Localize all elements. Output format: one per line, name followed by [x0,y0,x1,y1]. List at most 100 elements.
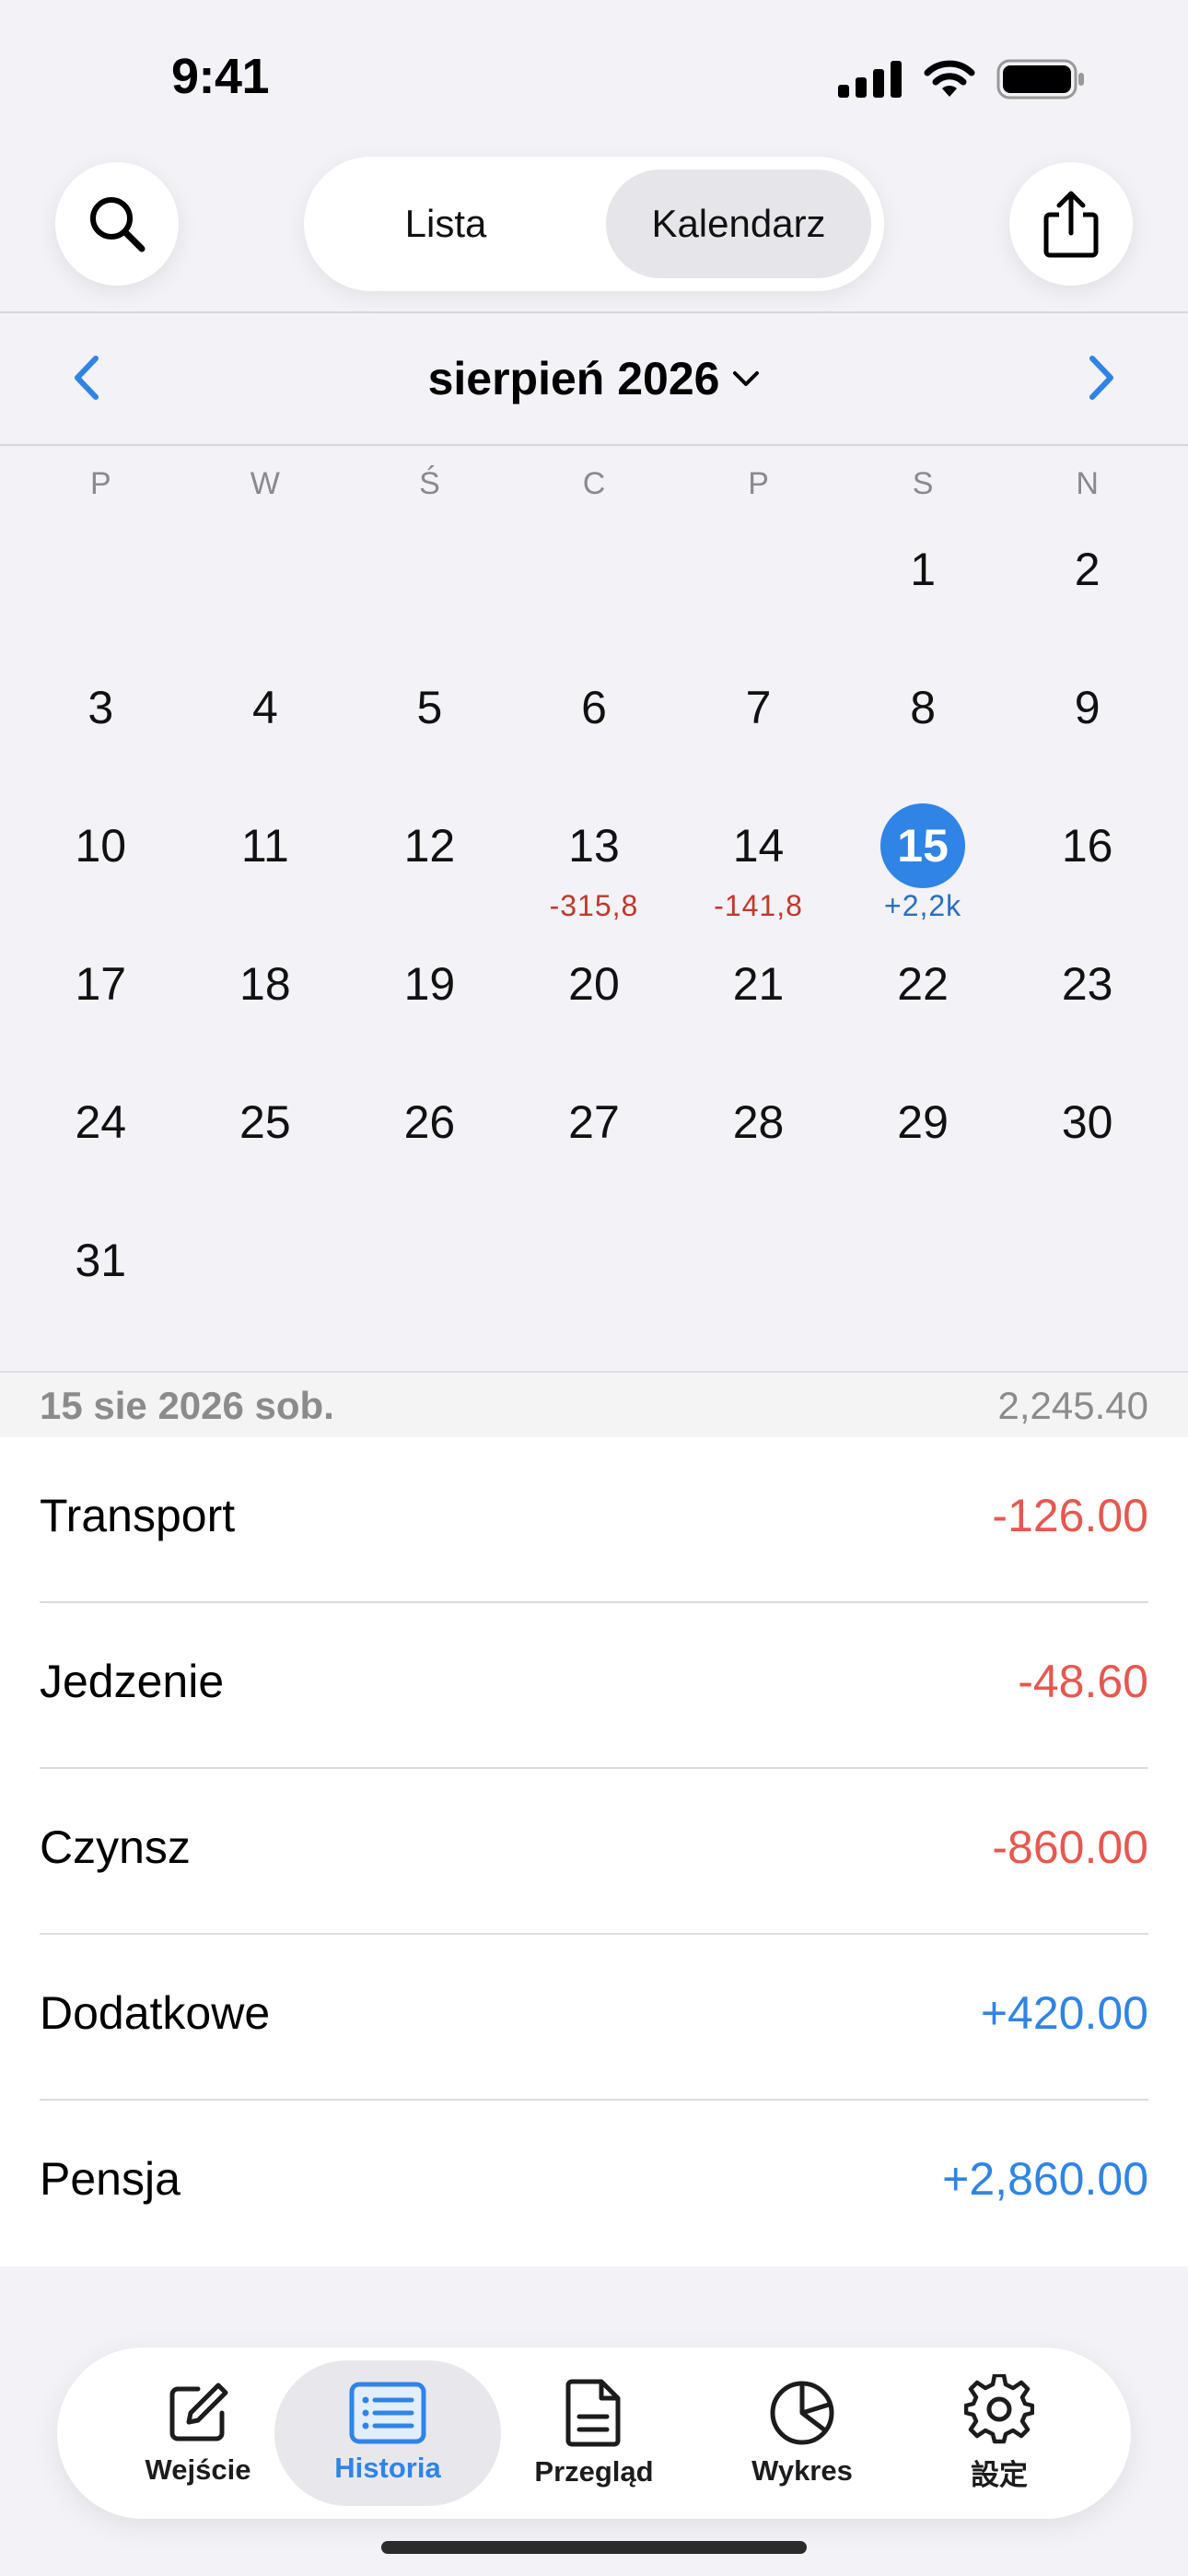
segment-lista[interactable]: Lista [317,170,575,278]
weekday-label: Ś [419,466,440,501]
next-month-button[interactable] [1074,350,1129,405]
calendar-day-number: 22 [897,958,949,1010]
calendar-day[interactable]: 7 [676,654,841,792]
calendar-empty-cell [18,516,183,654]
calendar-day-number: 20 [568,958,620,1010]
calendar-day[interactable]: 8 [841,654,1006,792]
calendar-day[interactable]: 20 [512,931,677,1069]
tab-przeglad[interactable]: Przegląd [481,2360,707,2506]
calendar-day[interactable]: 27 [512,1069,677,1207]
calendar-day[interactable]: 14 -141,8 [676,792,841,931]
calendar-day[interactable]: 16 [1005,792,1170,931]
calendar-day[interactable]: 29 [841,1069,1006,1207]
calendar-day-number: 2 [1074,544,1101,595]
tab-historia[interactable]: Historia [274,2360,501,2506]
calendar-day-number: 15 [880,803,966,888]
weekday-label: W [250,466,280,501]
battery-icon [996,59,1084,100]
calendar-day-number: 19 [403,958,456,1010]
transaction-amount: -126.00 [992,1490,1148,1541]
weekday-label: N [1076,466,1099,501]
calendar-day[interactable]: 2 [1005,516,1170,654]
transaction-row[interactable]: Jedzenie -48.60 [40,1603,1148,1769]
share-button[interactable] [1009,162,1133,286]
calendar-day-number: 5 [416,682,443,733]
calendar-day[interactable]: 11 [183,792,348,931]
wifi-icon [924,60,975,97]
calendar-day[interactable]: 25 [183,1069,348,1207]
calendar-day-number: 18 [239,958,291,1010]
calendar-day[interactable]: 3 [18,654,183,792]
tab-label: Wejście [145,2453,251,2486]
calendar-day-number: 24 [75,1096,127,1148]
tab-label: 設定 [971,2458,1028,2491]
search-button[interactable] [55,162,179,286]
compose-icon [169,2383,228,2441]
calendar-day[interactable]: 28 [676,1069,841,1207]
view-segmented-control: Lista Kalendarz [304,157,884,291]
calendar-day[interactable]: 26 [347,1069,512,1207]
transaction-category: Transport [40,1490,236,1541]
calendar-day[interactable]: 6 [512,654,677,792]
tab-wykres[interactable]: Wykres [689,2360,915,2506]
divider [0,311,1188,313]
weekday-label: C [582,466,606,501]
calendar-day-number: 7 [745,682,772,733]
calendar-day[interactable]: 9 [1005,654,1170,792]
calendar-day-number: 26 [403,1096,456,1148]
transaction-row[interactable]: Czynsz -860.00 [40,1769,1148,1935]
calendar-day[interactable]: 13 -315,8 [512,792,677,931]
transaction-row[interactable]: Pensja +2,860.00 [40,2101,1148,2266]
home-indicator [381,2541,807,2554]
calendar-day-number: 12 [403,820,456,872]
calendar-day-number: 30 [1061,1096,1113,1148]
calendar-empty-cell [183,516,348,654]
calendar-day[interactable]: 4 [183,654,348,792]
calendar-day-number: 8 [910,682,936,733]
calendar-day[interactable]: 10 [18,792,183,931]
tab-settings[interactable]: 設定 [886,2360,1112,2506]
calendar-day[interactable]: 1 [841,516,1006,654]
calendar-day[interactable]: 12 [347,792,512,931]
calendar-day[interactable]: 22 [841,931,1006,1069]
calendar-day[interactable]: 19 [347,931,512,1069]
calendar-day-number: 4 [251,682,278,733]
calendar-day[interactable]: 15 +2,2k [841,792,1006,931]
calendar-day-number: 9 [1074,682,1101,733]
calendar-empty-cell [512,516,677,654]
transaction-row[interactable]: Dodatkowe +420.00 [40,1935,1148,2101]
chevron-right-icon [1089,356,1113,400]
calendar-day-number: 29 [897,1096,949,1148]
document-icon [565,2379,621,2447]
calendar-day[interactable]: 5 [347,654,512,792]
transaction-amount: +420.00 [980,1987,1148,2039]
month-picker[interactable]: sierpień 2026 [0,348,1188,405]
calendar-day[interactable]: 24 [18,1069,183,1207]
calendar-day[interactable]: 31 [18,1207,183,1345]
calendar-day[interactable]: 18 [183,931,348,1069]
search-icon [90,197,146,252]
calendar-day-number: 6 [581,682,607,733]
calendar-day-number: 23 [1061,958,1113,1010]
calendar-day[interactable]: 21 [676,931,841,1069]
calendar-empty-cell [676,516,841,654]
transaction-category: Czynsz [40,1821,191,1873]
calendar-day[interactable]: 17 [18,931,183,1069]
status-bar: 9:41 [0,0,1188,157]
segment-kalendarz[interactable]: Kalendarz [606,170,871,278]
calendar-day-number: 21 [732,958,785,1010]
transaction-row[interactable]: Transport -126.00 [40,1437,1148,1603]
signal-icon [838,61,902,98]
share-icon [1043,191,1099,258]
calendar-day[interactable]: 30 [1005,1069,1170,1207]
transaction-list: Transport -126.00 Jedzenie -48.60 Czynsz… [0,1437,1188,2266]
tab-bar: Wejście Historia Przegląd Wykres 設定 [57,2348,1131,2519]
calendar-day-number: 31 [75,1235,127,1286]
pie-chart-icon [770,2381,834,2445]
calendar-day-amount: -315,8 [549,889,639,922]
calendar-day-number: 28 [732,1096,785,1148]
calendar-day-number: 16 [1061,820,1113,872]
calendar-day[interactable]: 23 [1005,931,1170,1069]
day-total: 2,245.40 [997,1384,1149,1427]
tab-label: Historia [334,2452,441,2484]
